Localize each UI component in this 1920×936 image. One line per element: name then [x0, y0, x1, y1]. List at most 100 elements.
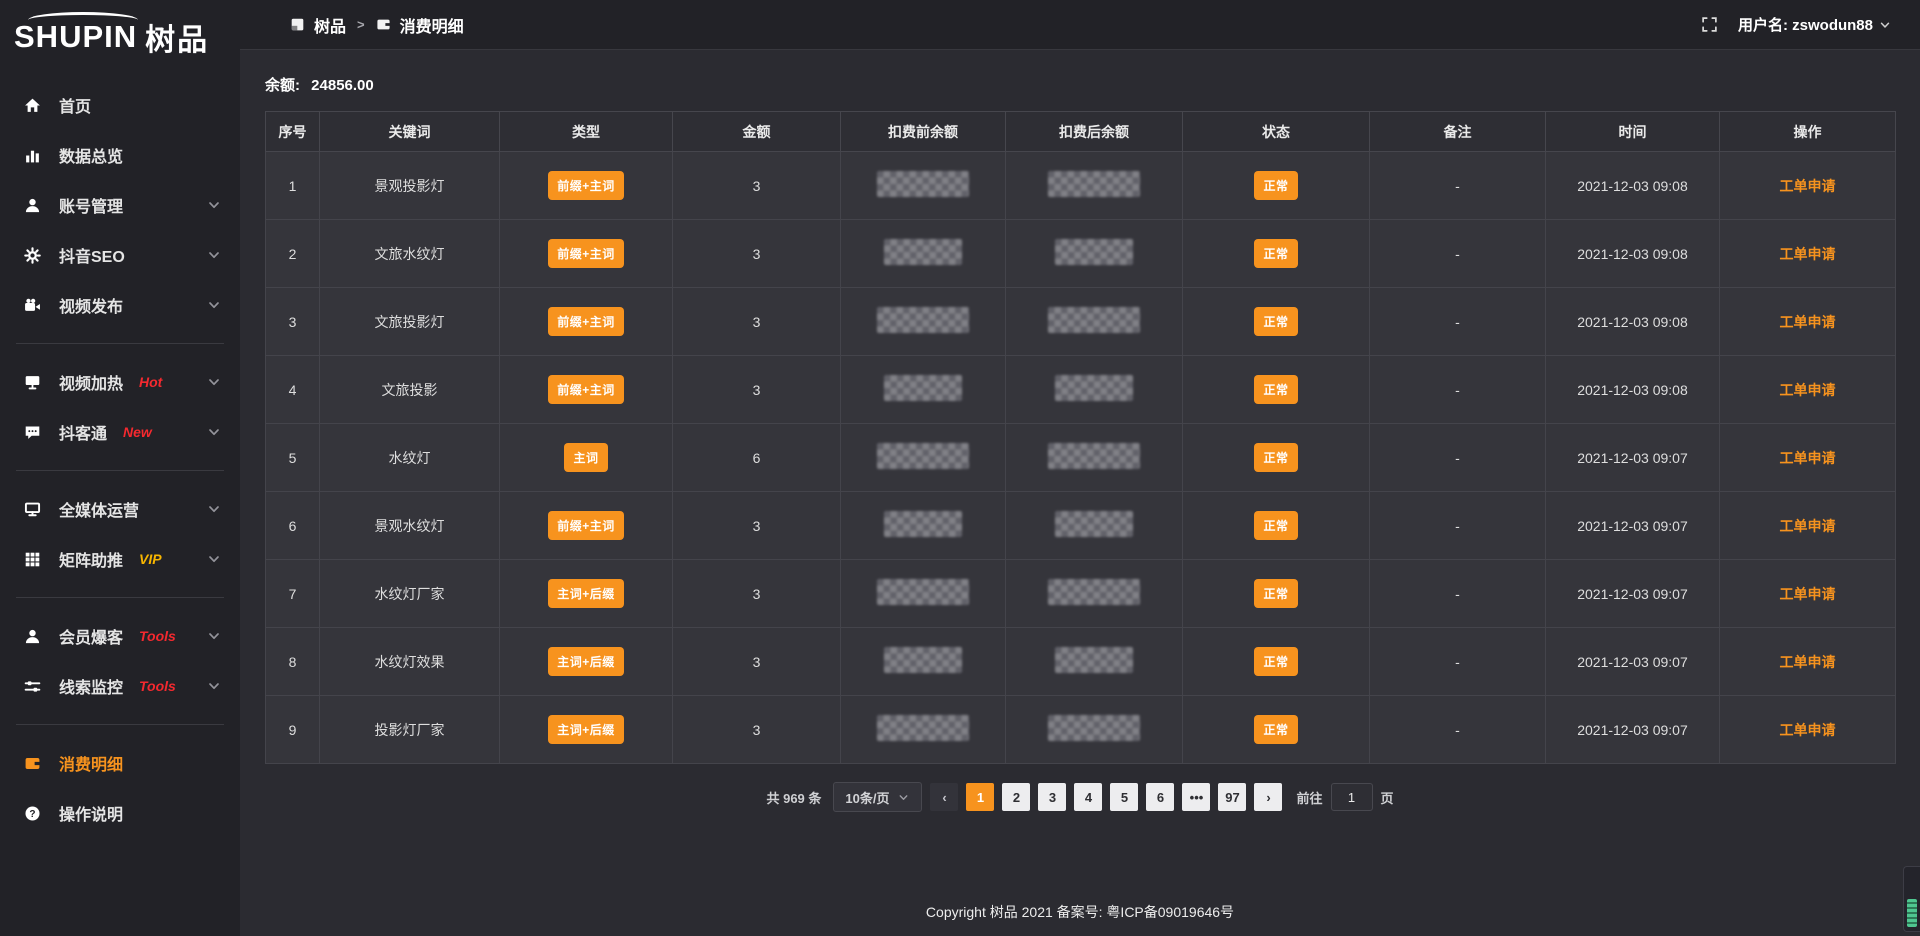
cell-amount: 3 [673, 560, 841, 628]
cell-index: 8 [266, 628, 320, 696]
sidebar-item-data-overview[interactable]: 数据总览 [0, 130, 240, 180]
sidebar-item-member-baoke[interactable]: 会员爆客Tools [0, 611, 240, 661]
sidebar-item-instructions[interactable]: ?操作说明 [0, 788, 240, 838]
sidebar-item-matrix-boost[interactable]: 矩阵助推VIP [0, 534, 240, 584]
cell-remark: - [1370, 628, 1546, 696]
total-count: 共 969 条 [766, 788, 821, 807]
masked-balance-value [1048, 307, 1140, 333]
page-button-97[interactable]: 97 [1218, 783, 1246, 811]
sidebar-item-clue-monitor[interactable]: 线索监控Tools [0, 661, 240, 711]
cell-keyword: 水纹灯 [320, 424, 500, 492]
cell-pre-balance [841, 628, 1006, 696]
status-badge: 正常 [1254, 239, 1297, 268]
type-badge: 前缀+主词 [548, 239, 624, 268]
cell-type: 前缀+主词 [500, 356, 673, 424]
ticket-request-link[interactable]: 工单申请 [1780, 314, 1836, 330]
cell-keyword: 文旅水纹灯 [320, 220, 500, 288]
browser-extension-widget[interactable] [1903, 866, 1920, 932]
user-menu[interactable]: 用户名: zswodun88 [1738, 14, 1892, 35]
sidebar-item-all-media-operation[interactable]: 全媒体运营 [0, 484, 240, 534]
sidebar-item-home[interactable]: 首页 [0, 80, 240, 130]
sidebar-item-douyin-seo[interactable]: 抖音SEO [0, 230, 240, 280]
sidebar-item-consumption-detail[interactable]: 消费明细 [0, 738, 240, 788]
sidebar-item-douketong[interactable]: 抖客通New [0, 407, 240, 457]
cell-keyword: 投影灯厂家 [320, 696, 500, 764]
masked-balance-value [1048, 715, 1140, 741]
logo-text-en: SHUPIN [14, 19, 137, 55]
prev-page-button[interactable]: ‹ [930, 783, 958, 811]
ticket-request-link[interactable]: 工单申请 [1780, 178, 1836, 194]
page-size-select[interactable]: 10条/页 [833, 782, 922, 812]
cell-index: 5 [266, 424, 320, 492]
fullscreen-icon[interactable] [1701, 16, 1718, 33]
sidebar: SHUPIN 树品 首页数据总览账号管理抖音SEO视频发布视频加热Hot抖客通N… [0, 0, 240, 936]
ticket-request-link[interactable]: 工单申请 [1780, 450, 1836, 466]
wallet-icon [24, 755, 42, 772]
table-row: 9投影灯厂家主词+后缀3正常-2021-12-03 09:07工单申请 [266, 696, 1896, 764]
page-button-1[interactable]: 1 [966, 783, 994, 811]
bar-chart-icon [24, 147, 42, 164]
ticket-request-link[interactable]: 工单申请 [1780, 518, 1836, 534]
column-header: 时间 [1546, 112, 1720, 152]
ticket-request-link[interactable]: 工单申请 [1780, 246, 1836, 262]
sidebar-item-label: 操作说明 [59, 801, 123, 825]
page-buttons: 123456 ••• 97 [966, 783, 1246, 811]
next-page-button[interactable]: › [1254, 783, 1282, 811]
cell-remark: - [1370, 220, 1546, 288]
status-badge: 正常 [1254, 579, 1297, 608]
cell-status: 正常 [1183, 628, 1370, 696]
chevron-down-icon [206, 501, 222, 517]
table-row: 2文旅水纹灯前缀+主词3正常-2021-12-03 09:08工单申请 [266, 220, 1896, 288]
sliders-icon [24, 678, 42, 695]
cell-keyword: 景观投影灯 [320, 152, 500, 220]
sidebar-item-video-publish[interactable]: 视频发布 [0, 280, 240, 330]
chevron-down-icon [206, 374, 222, 390]
monitor-icon [24, 501, 42, 518]
goto-page-input[interactable] [1331, 783, 1373, 811]
ticket-request-link[interactable]: 工单申请 [1780, 586, 1836, 602]
page-button-6[interactable]: 6 [1146, 783, 1174, 811]
cell-post-balance [1006, 628, 1183, 696]
masked-balance-value [1055, 239, 1133, 265]
cell-remark: - [1370, 152, 1546, 220]
cell-amount: 3 [673, 492, 841, 560]
cell-remark: - [1370, 424, 1546, 492]
sidebar-item-video-heat[interactable]: 视频加热Hot [0, 357, 240, 407]
cell-type: 前缀+主词 [500, 152, 673, 220]
breadcrumb: 树品 > 消费明细 [290, 13, 464, 37]
page-button-3[interactable]: 3 [1038, 783, 1066, 811]
cell-remark: - [1370, 696, 1546, 764]
cell-post-balance [1006, 696, 1183, 764]
topbar-right: 用户名: zswodun88 [1701, 14, 1892, 35]
chevron-down-icon [1878, 18, 1892, 32]
sidebar-item-label: 首页 [59, 93, 91, 117]
breadcrumb-home[interactable]: 树品 [314, 13, 346, 37]
page-button-4[interactable]: 4 [1074, 783, 1102, 811]
page-button-5[interactable]: 5 [1110, 783, 1138, 811]
cell-status: 正常 [1183, 696, 1370, 764]
ticket-request-link[interactable]: 工单申请 [1780, 722, 1836, 738]
table-row: 4文旅投影前缀+主词3正常-2021-12-03 09:08工单申请 [266, 356, 1896, 424]
goto-label: 前往 [1296, 788, 1322, 807]
status-badge: 正常 [1254, 375, 1297, 404]
cell-amount: 6 [673, 424, 841, 492]
cell-pre-balance [841, 152, 1006, 220]
balance: 余额: 24856.00 [240, 50, 1920, 111]
cell-index: 9 [266, 696, 320, 764]
chevron-down-icon [206, 297, 222, 313]
breadcrumb-current: 消费明细 [400, 13, 464, 37]
sidebar-item-label: 全媒体运营 [59, 497, 139, 521]
sidebar-item-account-management[interactable]: 账号管理 [0, 180, 240, 230]
cell-type: 主词 [500, 424, 673, 492]
cell-pre-balance [841, 560, 1006, 628]
cell-status: 正常 [1183, 560, 1370, 628]
ticket-request-link[interactable]: 工单申请 [1780, 382, 1836, 398]
cell-pre-balance [841, 220, 1006, 288]
page-button-2[interactable]: 2 [1002, 783, 1030, 811]
cell-remark: - [1370, 560, 1546, 628]
column-header: 状态 [1183, 112, 1370, 152]
cell-post-balance [1006, 220, 1183, 288]
page-ellipsis[interactable]: ••• [1182, 783, 1210, 811]
cell-index: 6 [266, 492, 320, 560]
ticket-request-link[interactable]: 工单申请 [1780, 654, 1836, 670]
